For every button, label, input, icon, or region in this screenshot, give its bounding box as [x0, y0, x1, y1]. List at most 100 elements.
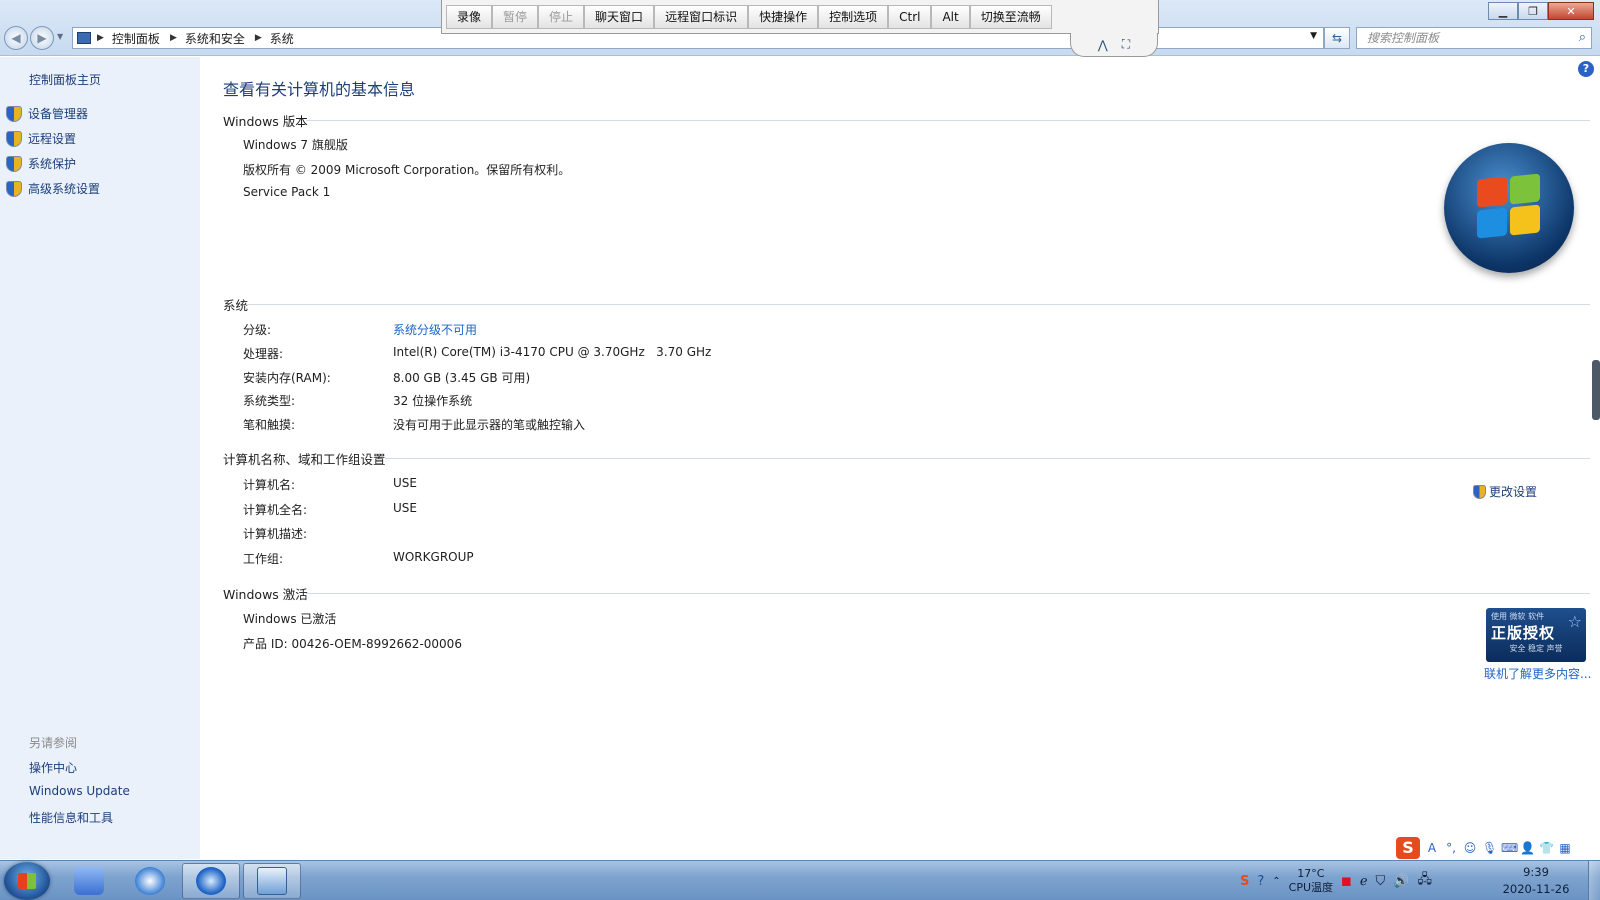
computer-name-label: 计算机名: — [243, 478, 296, 492]
sidebar-item-label: 远程设置 — [28, 132, 77, 146]
processor-label: 处理器: — [243, 347, 284, 361]
sidebar-item-device-manager[interactable]: 设备管理器 — [6, 105, 88, 122]
control-options-button[interactable]: 控制选项 — [818, 4, 889, 29]
sidebar-item-advanced-settings[interactable]: 高级系统设置 — [6, 180, 100, 197]
flag-red — [1477, 176, 1507, 208]
full-name-label: 计算机全名: — [243, 503, 308, 517]
shield-icon — [6, 155, 22, 172]
toolbox-icon[interactable]: ▦ — [1558, 840, 1572, 856]
user-icon[interactable]: 👤 — [1520, 840, 1535, 856]
breadcrumb-system[interactable]: 系统 — [270, 30, 294, 47]
see-also-action-center[interactable]: 操作中心 — [29, 759, 77, 776]
clock-time: 9:39 — [1523, 865, 1549, 879]
punctuation-icon[interactable]: °, — [1444, 840, 1458, 856]
control-panel-icon — [77, 32, 91, 44]
system-tray: S ? ⌃ 17°C CPU温度 ◼ ℯ ⛉ 🔊 🖧 — [1240, 861, 1432, 900]
recent-pages-icon[interactable]: ▼ — [57, 32, 63, 41]
genuine-software-badge: 使用 微软 软件 正版授权 安全 稳定 声誉 ☆ — [1486, 608, 1586, 662]
system-heading: 系统 — [223, 298, 249, 313]
side-drag-handle[interactable] — [1592, 360, 1600, 420]
sogou-ime-icon[interactable]: S — [1396, 837, 1420, 859]
expand-tray-icon[interactable]: ⌃ — [1272, 876, 1280, 887]
chevron-down-icon[interactable]: ▼ — [1310, 31, 1317, 41]
maximize-button[interactable]: ❐ — [1518, 2, 1548, 20]
network-app-icon[interactable]: ℯ — [1360, 874, 1368, 889]
remote-window-marker-button[interactable]: 远程窗口标识 — [654, 4, 749, 29]
volume-icon[interactable]: 🔊 — [1393, 874, 1409, 889]
stop-button[interactable]: 停止 — [538, 4, 585, 29]
window-controls: ▁ ❐ ✕ — [1488, 2, 1594, 20]
switch-to-smooth-button[interactable]: 切换至流畅 — [969, 4, 1052, 29]
taskbar-app-bird[interactable] — [60, 863, 118, 899]
activation-status: Windows 已激活 — [243, 612, 337, 626]
taskbar: S ? ⌃ 17°C CPU温度 ◼ ℯ ⛉ 🔊 🖧 9:39 2020-11-… — [0, 860, 1600, 900]
help-icon[interactable]: ? — [1578, 61, 1594, 77]
close-button[interactable]: ✕ — [1548, 2, 1594, 20]
skin-icon[interactable]: 👕 — [1539, 840, 1554, 856]
antivirus-icon[interactable]: ◼ — [1341, 874, 1352, 889]
alt-key-button[interactable]: Alt — [931, 4, 970, 29]
forward-button[interactable]: ▶ — [30, 26, 54, 50]
emoji-icon[interactable]: ☺ — [1463, 840, 1477, 856]
chevron-right-icon[interactable]: ▶ — [97, 33, 104, 43]
quick-actions-button[interactable]: 快捷操作 — [748, 4, 819, 29]
breadcrumb-control-panel[interactable]: 控制面板 — [112, 30, 160, 47]
chinese-mode-icon[interactable]: A — [1425, 840, 1439, 856]
search-placeholder: 搜索控制面板 — [1367, 31, 1440, 45]
divider — [306, 120, 1590, 121]
start-button[interactable] — [4, 862, 50, 900]
workgroup-value: WORKGROUP — [393, 550, 474, 564]
remote-toolbar-tab: ⋀ ⛶ — [1070, 33, 1158, 57]
chevron-right-icon[interactable]: ▶ — [170, 33, 177, 43]
sidebar-home-link[interactable]: 控制面板主页 — [29, 71, 101, 88]
learn-more-online-link[interactable]: 联机了解更多内容... — [1484, 665, 1591, 682]
breadcrumb-system-security[interactable]: 系统和安全 — [185, 30, 245, 47]
windows-logo — [1444, 143, 1574, 273]
sidebar-item-system-protection[interactable]: 系统保护 — [6, 155, 76, 172]
network-icon[interactable]: 🖧 — [1418, 870, 1433, 892]
show-desktop-button[interactable] — [1588, 861, 1600, 900]
taskbar-app-ie[interactable] — [182, 863, 240, 899]
collapse-up-icon[interactable]: ⋀ — [1098, 38, 1108, 52]
sidebar-item-remote-settings[interactable]: 远程设置 — [6, 130, 76, 147]
sidebar-item-label: 设备管理器 — [28, 107, 89, 121]
change-settings-link[interactable]: 更改设置 — [1473, 483, 1537, 500]
refresh-button[interactable]: ⇆ — [1324, 27, 1350, 49]
minimize-button[interactable]: ▁ — [1488, 2, 1518, 20]
windows-flag-icon — [18, 873, 36, 889]
keyboard-icon[interactable]: ⌨ — [1501, 840, 1518, 856]
flag-green — [1510, 173, 1540, 205]
taskbar-app-control-panel[interactable] — [243, 863, 301, 899]
product-id: 产品 ID: 00426-OEM-8992662-00006 — [243, 637, 462, 651]
search-input[interactable]: 搜索控制面板 ⌕ — [1356, 27, 1592, 49]
record-button[interactable]: 录像 — [446, 4, 493, 29]
activation-heading: Windows 激活 — [223, 587, 308, 602]
chevron-right-icon[interactable]: ▶ — [255, 33, 262, 43]
divider — [306, 593, 1590, 594]
rating-link[interactable]: 系统分级不可用 — [393, 321, 477, 338]
divider — [246, 304, 1590, 305]
ctrl-key-button[interactable]: Ctrl — [888, 4, 932, 29]
taskbar-app-remote[interactable] — [121, 863, 179, 899]
computer-name-value: USE — [393, 476, 417, 490]
cpu-temperature[interactable]: 17°C CPU温度 — [1289, 867, 1333, 895]
copyright-text: 版权所有 © 2009 Microsoft Corporation。保留所有权利… — [243, 163, 571, 177]
see-also-performance-tools[interactable]: 性能信息和工具 — [29, 809, 113, 826]
see-also-windows-update[interactable]: Windows Update — [29, 784, 130, 798]
bird-app-icon — [74, 867, 104, 895]
security-shield-icon[interactable]: ⛉ — [1376, 874, 1386, 889]
back-button[interactable]: ◀ — [4, 26, 28, 50]
microphone-icon[interactable]: 🎙 — [1482, 840, 1497, 856]
page-title: 查看有关计算机的基本信息 — [223, 80, 416, 99]
fullscreen-icon[interactable]: ⛶ — [1122, 37, 1130, 52]
clock[interactable]: 9:39 2020-11-26 — [1494, 864, 1578, 898]
sogou-tray-icon[interactable]: S — [1240, 874, 1249, 889]
help-tray-icon[interactable]: ? — [1257, 874, 1264, 889]
system-type-value: 32 位操作系统 — [393, 394, 473, 408]
search-icon[interactable]: ⌕ — [1579, 28, 1586, 48]
description-label: 计算机描述: — [243, 527, 308, 541]
service-pack: Service Pack 1 — [243, 185, 331, 199]
pause-button[interactable]: 暂停 — [492, 4, 539, 29]
star-icon: ☆ — [1567, 612, 1582, 631]
chat-window-button[interactable]: 聊天窗口 — [584, 4, 655, 29]
